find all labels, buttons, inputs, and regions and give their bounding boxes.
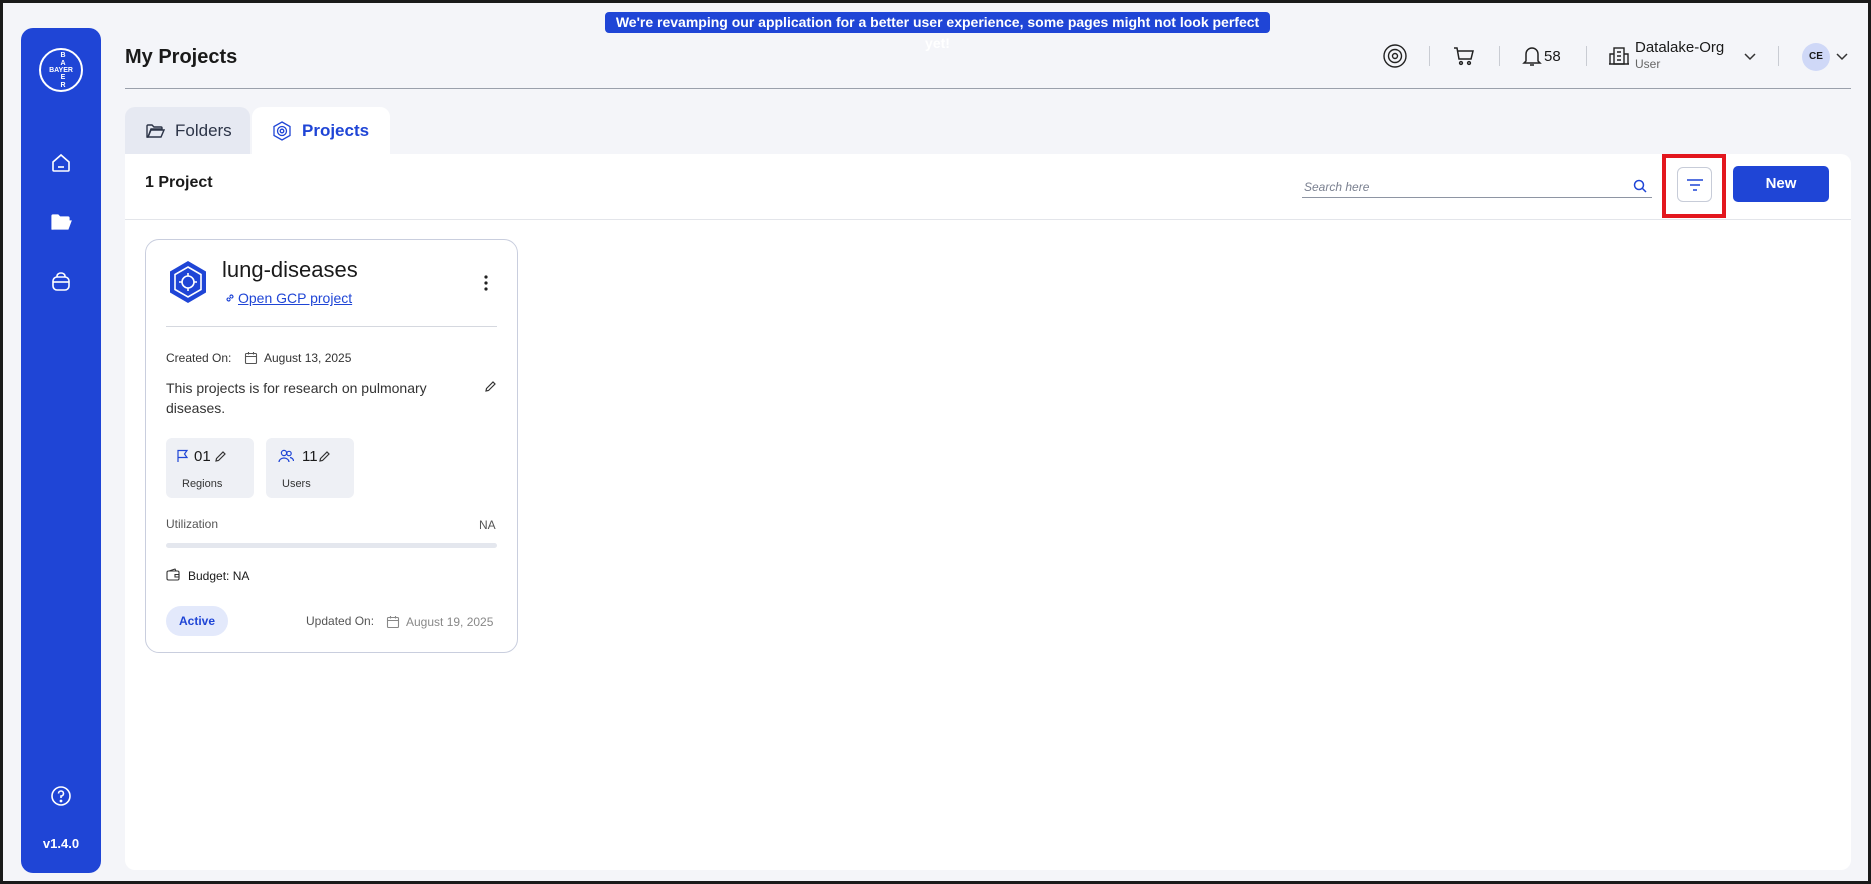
filter-button[interactable] [1677,167,1712,202]
updated-label: Updated On: [306,614,375,628]
folder-icon[interactable] [49,210,73,234]
header-divider-line [125,88,1851,89]
search-box [1302,174,1652,198]
utilization-label: Utilization [166,517,219,531]
header-divider [1778,46,1779,66]
edit-users-icon[interactable] [318,450,331,463]
edit-description-icon[interactable] [484,380,497,393]
revamp-banner: We're revamping our application for a be… [605,12,1270,51]
regions-value: 01 [194,448,211,465]
page-title: My Projects [125,46,238,68]
folder-outline-icon [146,124,165,138]
open-gcp-link[interactable]: Open GCP project [224,290,352,306]
tab-folders[interactable]: Folders [125,107,250,155]
project-description: This projects is for research on pulmona… [166,380,427,416]
project-gear-icon [273,121,291,141]
header-divider [1499,46,1500,66]
org-role: User [1635,57,1661,71]
users-label: Users [282,478,311,490]
app-frame: We're revamping our application for a be… [0,0,1871,884]
created-label: Created On: [166,351,232,365]
users-value: 11 [302,448,318,465]
project-name[interactable]: lung-diseases [222,257,358,283]
budget-label: Budget: NA [188,569,250,583]
calendar-icon [386,615,400,629]
header-divider [1586,46,1587,66]
tab-folders-label: Folders [175,121,232,140]
search-icon[interactable] [1632,178,1648,194]
card-divider [166,326,497,327]
open-gcp-link-label: Open GCP project [238,290,353,306]
header-divider [1429,46,1430,66]
created-date: August 13, 2025 [264,351,352,365]
settings-gear-icon[interactable] [1382,43,1408,69]
home-icon[interactable] [49,151,73,175]
org-chevron-down-icon[interactable] [1743,49,1757,63]
project-count: 1 Project [145,174,213,191]
wallet-icon [166,568,180,582]
search-input[interactable] [1302,174,1622,196]
link-icon [226,294,234,302]
updated-date: August 19, 2025 [406,615,494,629]
help-icon[interactable] [49,784,73,808]
version-label: v1.4.0 [42,836,80,851]
avatar[interactable]: CE [1802,43,1830,71]
users-icon [278,448,295,464]
sidebar: B A E R BAYER v1.4.0 [21,28,101,873]
notifications-count[interactable]: 58 [1544,48,1561,65]
profile-chevron-down-icon[interactable] [1835,49,1849,63]
edit-regions-icon[interactable] [214,450,227,463]
utilization-value: NA [479,518,496,532]
flag-icon [176,449,190,463]
status-badge: Active [166,606,228,636]
regions-label: Regions [182,478,223,490]
tab-projects-label: Projects [302,121,370,140]
toolbar-divider [125,219,1851,220]
bayer-logo[interactable]: B A E R BAYER [39,48,83,92]
cart-icon[interactable] [1451,43,1477,69]
utilization-bar [166,543,497,548]
tab-projects[interactable]: Projects [252,107,390,155]
new-project-button[interactable]: New [1733,166,1829,202]
building-icon [1606,43,1632,69]
regions-stat: 01 Regions [166,438,254,498]
more-options-icon[interactable] [482,274,490,292]
project-card[interactable]: lung-diseases Open GCP project Created O… [145,239,518,653]
users-stat: 11 Users [266,438,354,498]
projects-panel: 1 Project New lung-diseases Open GCP pro… [125,154,1851,870]
calendar-icon [244,351,258,365]
project-hexagon-icon [166,260,210,304]
logo-horizontal-text: BAYER [49,67,73,74]
filter-icon [1686,178,1703,191]
bell-icon[interactable] [1519,43,1545,69]
org-name[interactable]: Datalake-Org [1635,39,1724,56]
bag-icon[interactable] [49,270,73,294]
